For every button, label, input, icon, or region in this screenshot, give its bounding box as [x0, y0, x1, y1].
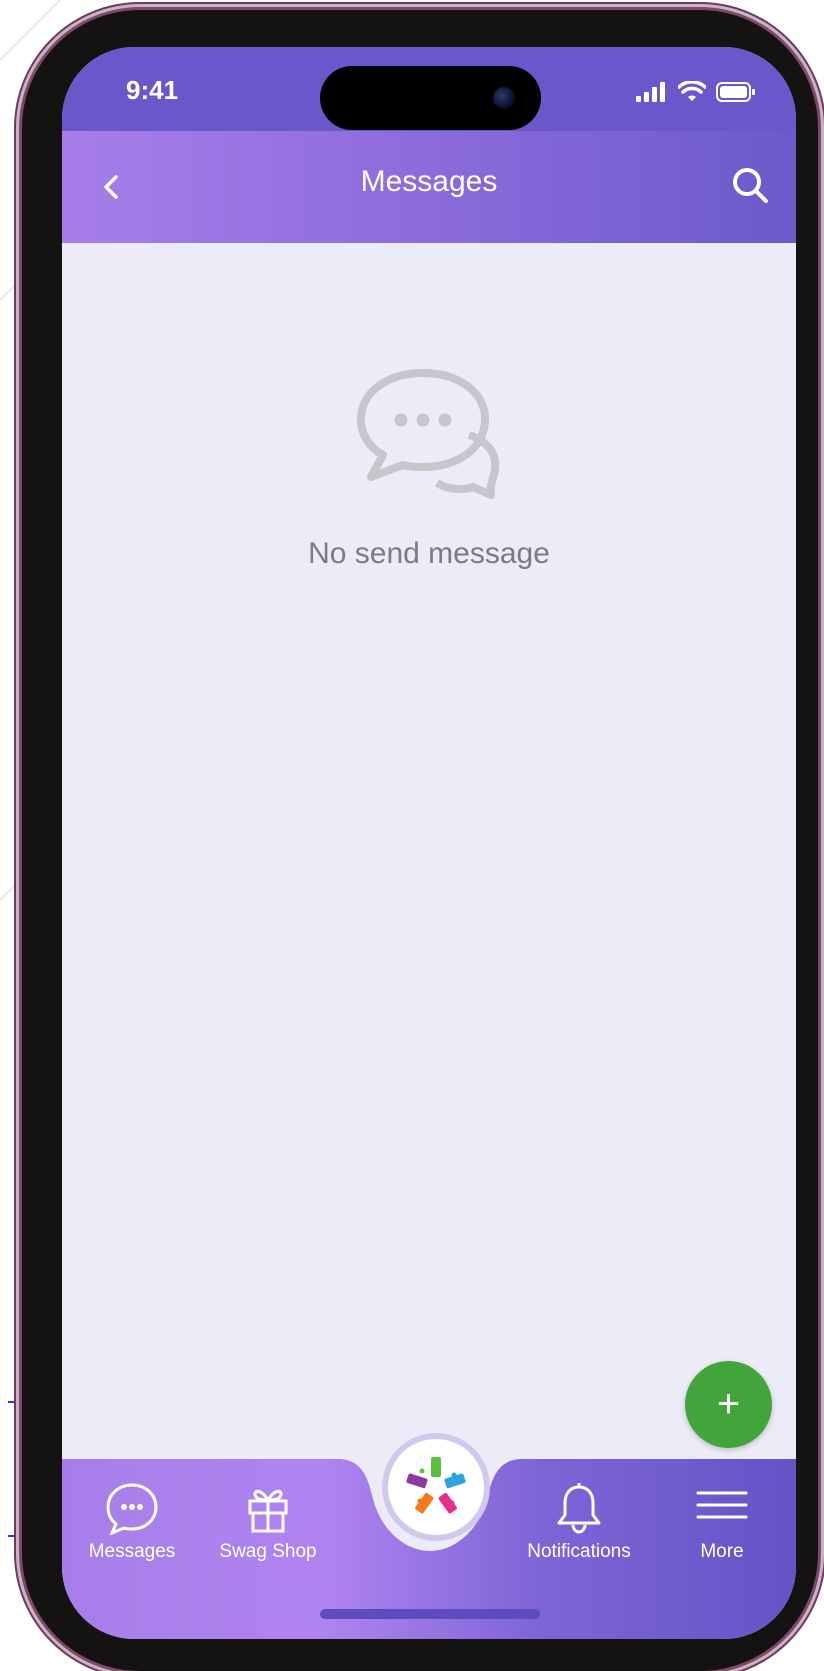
empty-state-text: No send message: [308, 537, 550, 570]
search-button[interactable]: [726, 161, 774, 209]
status-time: 9:41: [126, 75, 179, 105]
camera-icon: [493, 87, 515, 109]
page-title: Messages: [360, 165, 498, 198]
empty-state: No send message: [62, 365, 796, 571]
gift-icon: [248, 1489, 288, 1533]
battery-icon: [716, 82, 755, 102]
nav-more-label: More: [700, 1541, 744, 1562]
nav-more[interactable]: More: [672, 1481, 772, 1563]
home-center-button[interactable]: [382, 1433, 490, 1541]
nav-swag-shop-label: Swag Shop: [219, 1541, 317, 1562]
wifi-icon: [678, 81, 706, 101]
chat-bubbles-icon: [357, 369, 500, 499]
nav-notifications[interactable]: Notifications: [509, 1481, 649, 1563]
status-icons: [636, 81, 756, 103]
dynamic-island: [320, 66, 541, 130]
tags-logo-icon: [406, 1457, 466, 1514]
signal-icon: [636, 82, 665, 102]
nav-messages-label: Messages: [88, 1541, 176, 1562]
home-indicator[interactable]: [320, 1609, 540, 1619]
nav-notifications-label: Notifications: [527, 1541, 631, 1562]
app-header: Messages: [62, 131, 796, 243]
menu-icon: [696, 1491, 748, 1519]
search-icon: [733, 168, 768, 203]
status-bar: 9:41: [62, 47, 796, 131]
bell-icon: [557, 1483, 601, 1534]
nav-swag-shop[interactable]: Swag Shop: [208, 1481, 328, 1563]
new-message-button[interactable]: +: [685, 1361, 772, 1448]
nav-messages[interactable]: Messages: [72, 1481, 192, 1563]
chat-bubble-icon: [106, 1483, 158, 1535]
app-screen: 9:41 Messages No send message + Messages…: [62, 47, 796, 1639]
